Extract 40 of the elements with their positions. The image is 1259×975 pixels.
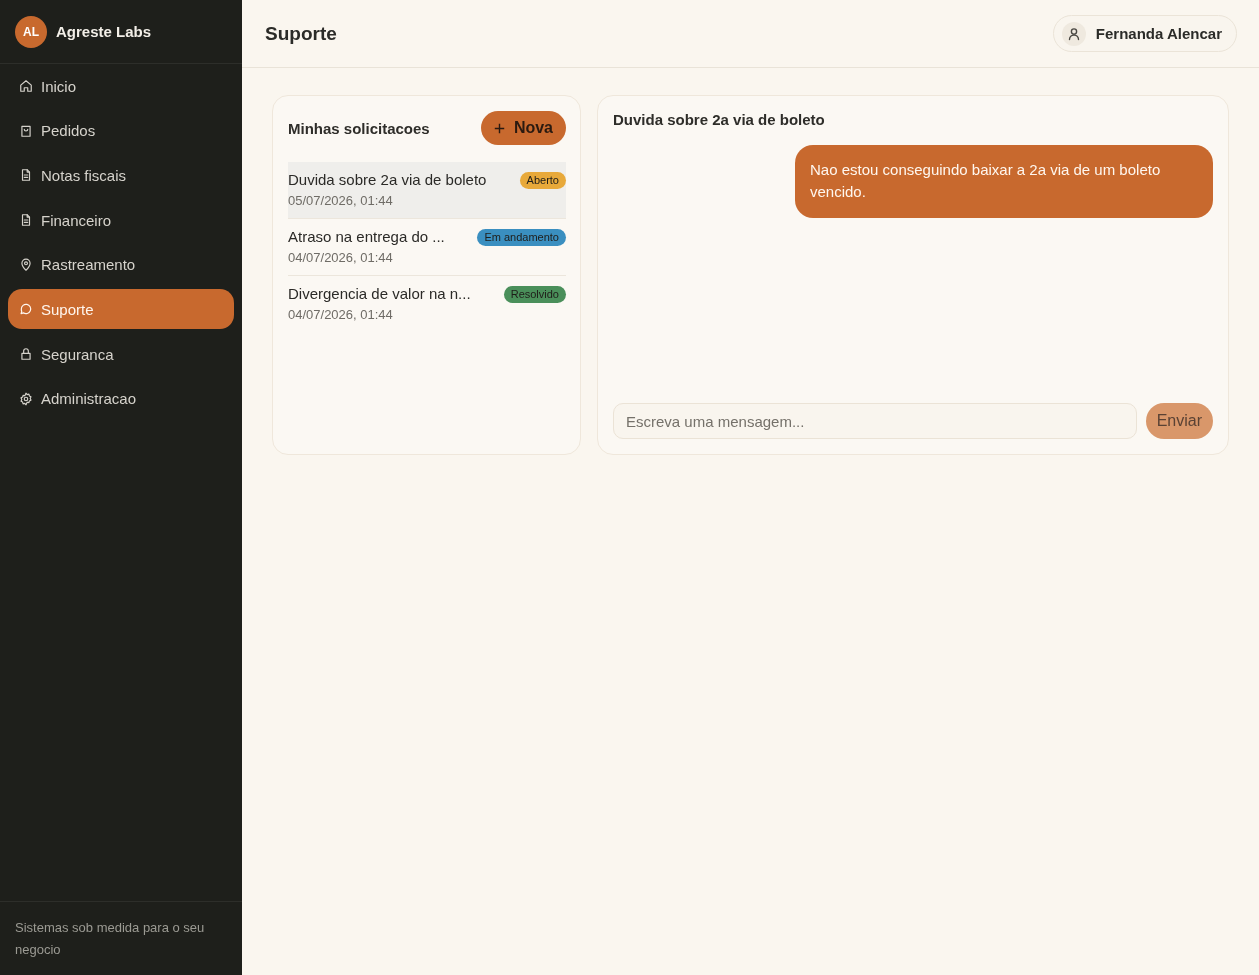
document-icon	[19, 213, 33, 228]
brand-avatar: AL	[15, 15, 47, 48]
nav-item[interactable]: Financeiro	[8, 200, 234, 241]
nav-item[interactable]: Pedidos	[8, 110, 234, 151]
chat-title: Duvida sobre 2a via de boleto	[613, 110, 826, 130]
ticket-title: Duvida sobre 2a via de boleto	[288, 170, 487, 190]
new-ticket-button[interactable]: Nova	[480, 111, 566, 145]
ticket-item[interactable]: Duvida sobre 2a via de boleto Aberto 05/07/2026, 01:44	[288, 162, 566, 219]
lock-icon	[19, 347, 33, 362]
status-badge: Em andamento	[477, 228, 566, 246]
home-icon	[19, 79, 33, 93]
ticket-date: 04/07/2026, 01:44	[288, 249, 394, 267]
user-menu-button[interactable]: Fernanda Alencar	[1052, 15, 1237, 52]
nav-item[interactable]: Inicio	[8, 66, 234, 106]
ticket-title: Divergencia de valor na n...	[288, 284, 471, 304]
nav-item[interactable]: Seguranca	[8, 334, 234, 375]
bag-icon	[19, 123, 33, 138]
status-badge: Aberto	[519, 171, 566, 189]
settings-icon	[19, 391, 33, 406]
ticket-item[interactable]: Atraso na entrega do ... Em andamento 04/07/2026, 01:44	[288, 219, 566, 276]
nav-item[interactable]: Suporte	[8, 289, 234, 330]
plus-icon	[493, 122, 505, 134]
ticket-date: 04/07/2026, 01:44	[288, 306, 394, 324]
nav-item[interactable]: Notas fiscais	[8, 155, 234, 196]
document-icon	[19, 168, 33, 183]
message-bubble: Nao estou conseguindo baixar a 2a via de um boleto vencido.	[795, 145, 1213, 218]
brand-name: Agreste Labs	[56, 23, 152, 40]
user-icon	[1061, 21, 1086, 46]
nav-item[interactable]: Administracao	[8, 378, 234, 419]
chat-bubble-icon	[19, 302, 33, 317]
location-pin-icon	[19, 257, 33, 272]
ticket-date: 05/07/2026, 01:44	[288, 192, 394, 210]
nav-item[interactable]: Rastreamento	[8, 244, 234, 285]
sidebar-tagline: Sistemas sob medida para o seu negocio	[15, 919, 206, 959]
page-title: Suporte	[265, 22, 337, 45]
ticket-item[interactable]: Divergencia de valor na n... Resolvido 04/07/2026, 01:44	[288, 276, 566, 332]
status-badge: Resolvido	[503, 285, 566, 303]
tickets-title: Minhas solicitacoes	[288, 119, 430, 137]
message-input[interactable]: Escreva uma mensagem...	[613, 403, 1137, 439]
ticket-title: Atraso na entrega do ...	[288, 227, 445, 247]
